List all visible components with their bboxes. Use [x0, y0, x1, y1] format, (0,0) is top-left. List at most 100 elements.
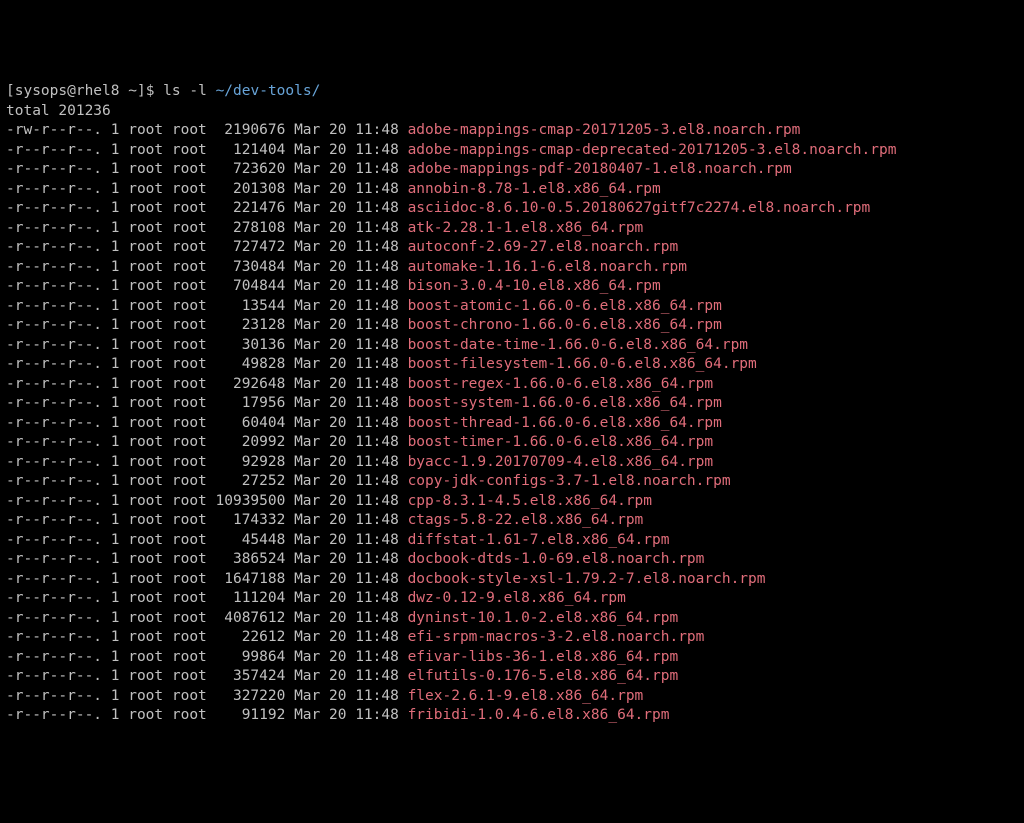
file-row: -r--r--r--. 1 root root 111204 Mar 20 11… [6, 589, 1018, 609]
file-name: byacc-1.9.20170709-4.el8.x86_64.rpm [408, 454, 714, 470]
file-name: dwz-0.12-9.el8.x86_64.rpm [408, 590, 626, 606]
file-meta: -r--r--r--. 1 root root 278108 Mar 20 11… [6, 220, 408, 236]
file-row: -r--r--r--. 1 root root 1647188 Mar 20 1… [6, 570, 1018, 590]
file-name: fribidi-1.0.4-6.el8.x86_64.rpm [408, 707, 670, 723]
file-name: boost-atomic-1.66.0-6.el8.x86_64.rpm [408, 298, 722, 314]
file-row: -r--r--r--. 1 root root 730484 Mar 20 11… [6, 258, 1018, 278]
file-name: diffstat-1.61-7.el8.x86_64.rpm [408, 532, 670, 548]
file-row: -rw-r--r--. 1 root root 2190676 Mar 20 1… [6, 121, 1018, 141]
file-row: -r--r--r--. 1 root root 23128 Mar 20 11:… [6, 316, 1018, 336]
file-meta: -r--r--r--. 1 root root 22612 Mar 20 11:… [6, 629, 408, 645]
file-meta: -r--r--r--. 1 root root 27252 Mar 20 11:… [6, 473, 408, 489]
file-row: -r--r--r--. 1 root root 20992 Mar 20 11:… [6, 433, 1018, 453]
file-meta: -r--r--r--. 1 root root 4087612 Mar 20 1… [6, 610, 408, 626]
file-meta: -r--r--r--. 1 root root 10939500 Mar 20 … [6, 493, 408, 509]
file-row: -r--r--r--. 1 root root 357424 Mar 20 11… [6, 667, 1018, 687]
file-name: boost-system-1.66.0-6.el8.x86_64.rpm [408, 395, 722, 411]
file-name: bison-3.0.4-10.el8.x86_64.rpm [408, 278, 661, 294]
file-name: efivar-libs-36-1.el8.x86_64.rpm [408, 649, 679, 665]
file-row: -r--r--r--. 1 root root 292648 Mar 20 11… [6, 375, 1018, 395]
file-row: -r--r--r--. 1 root root 92928 Mar 20 11:… [6, 453, 1018, 473]
file-row: -r--r--r--. 1 root root 4087612 Mar 20 1… [6, 609, 1018, 629]
file-row: -r--r--r--. 1 root root 727472 Mar 20 11… [6, 238, 1018, 258]
file-row: -r--r--r--. 1 root root 17956 Mar 20 11:… [6, 394, 1018, 414]
file-row: -r--r--r--. 1 root root 27252 Mar 20 11:… [6, 472, 1018, 492]
file-name: autoconf-2.69-27.el8.noarch.rpm [408, 239, 679, 255]
file-meta: -r--r--r--. 1 root root 23128 Mar 20 11:… [6, 317, 408, 333]
file-row: -r--r--r--. 1 root root 327220 Mar 20 11… [6, 687, 1018, 707]
file-meta: -r--r--r--. 1 root root 17956 Mar 20 11:… [6, 395, 408, 411]
file-name: boost-thread-1.66.0-6.el8.x86_64.rpm [408, 415, 722, 431]
terminal-output[interactable]: [sysops@rhel8 ~]$ ls -l ~/dev-tools/tota… [6, 82, 1018, 726]
file-row: -r--r--r--. 1 root root 704844 Mar 20 11… [6, 277, 1018, 297]
file-meta: -r--r--r--. 1 root root 221476 Mar 20 11… [6, 200, 408, 216]
file-name: boost-chrono-1.66.0-6.el8.x86_64.rpm [408, 317, 722, 333]
file-name: elfutils-0.176-5.el8.x86_64.rpm [408, 668, 679, 684]
file-name: flex-2.6.1-9.el8.x86_64.rpm [408, 688, 644, 704]
file-row: -r--r--r--. 1 root root 22612 Mar 20 11:… [6, 628, 1018, 648]
prompt-line[interactable]: [sysops@rhel8 ~]$ ls -l ~/dev-tools/ [6, 82, 1018, 102]
file-meta: -r--r--r--. 1 root root 727472 Mar 20 11… [6, 239, 408, 255]
file-meta: -r--r--r--. 1 root root 60404 Mar 20 11:… [6, 415, 408, 431]
file-name: annobin-8.78-1.el8.x86_64.rpm [408, 181, 661, 197]
file-meta: -r--r--r--. 1 root root 201308 Mar 20 11… [6, 181, 408, 197]
prompt-user-host: sysops@rhel8 [15, 83, 120, 99]
file-name: efi-srpm-macros-3-2.el8.noarch.rpm [408, 629, 705, 645]
file-meta: -r--r--r--. 1 root root 704844 Mar 20 11… [6, 278, 408, 294]
file-row: -r--r--r--. 1 root root 30136 Mar 20 11:… [6, 336, 1018, 356]
file-name: cpp-8.3.1-4.5.el8.x86_64.rpm [408, 493, 652, 509]
file-name: asciidoc-8.6.10-0.5.20180627gitf7c2274.e… [408, 200, 871, 216]
file-name: dyninst-10.1.0-2.el8.x86_64.rpm [408, 610, 679, 626]
file-meta: -r--r--r--. 1 root root 292648 Mar 20 11… [6, 376, 408, 392]
file-row: -r--r--r--. 1 root root 201308 Mar 20 11… [6, 180, 1018, 200]
file-row: -r--r--r--. 1 root root 10939500 Mar 20 … [6, 492, 1018, 512]
file-row: -r--r--r--. 1 root root 174332 Mar 20 11… [6, 511, 1018, 531]
file-row: -r--r--r--. 1 root root 723620 Mar 20 11… [6, 160, 1018, 180]
file-name: boost-regex-1.66.0-6.el8.x86_64.rpm [408, 376, 714, 392]
total-line: total 201236 [6, 102, 1018, 122]
file-name: boost-date-time-1.66.0-6.el8.x86_64.rpm [408, 337, 748, 353]
file-meta: -r--r--r--. 1 root root 30136 Mar 20 11:… [6, 337, 408, 353]
file-row: -r--r--r--. 1 root root 60404 Mar 20 11:… [6, 414, 1018, 434]
file-meta: -r--r--r--. 1 root root 1647188 Mar 20 1… [6, 571, 408, 587]
file-name: boost-timer-1.66.0-6.el8.x86_64.rpm [408, 434, 714, 450]
file-row: -r--r--r--. 1 root root 121404 Mar 20 11… [6, 141, 1018, 161]
file-meta: -r--r--r--. 1 root root 730484 Mar 20 11… [6, 259, 408, 275]
file-meta: -r--r--r--. 1 root root 99864 Mar 20 11:… [6, 649, 408, 665]
file-meta: -r--r--r--. 1 root root 327220 Mar 20 11… [6, 688, 408, 704]
file-name: adobe-mappings-cmap-20171205-3.el8.noarc… [408, 122, 801, 138]
file-name: docbook-dtds-1.0-69.el8.noarch.rpm [408, 551, 705, 567]
file-meta: -r--r--r--. 1 root root 20992 Mar 20 11:… [6, 434, 408, 450]
file-meta: -r--r--r--. 1 root root 92928 Mar 20 11:… [6, 454, 408, 470]
file-name: adobe-mappings-cmap-deprecated-20171205-… [408, 142, 897, 158]
command-text: ls -l [163, 83, 207, 99]
file-row: -r--r--r--. 1 root root 221476 Mar 20 11… [6, 199, 1018, 219]
file-row: -r--r--r--. 1 root root 49828 Mar 20 11:… [6, 355, 1018, 375]
file-row: -r--r--r--. 1 root root 278108 Mar 20 11… [6, 219, 1018, 239]
prompt-close-bracket: ] [137, 83, 146, 99]
file-name: automake-1.16.1-6.el8.noarch.rpm [408, 259, 687, 275]
file-meta: -r--r--r--. 1 root root 91192 Mar 20 11:… [6, 707, 408, 723]
file-name: ctags-5.8-22.el8.x86_64.rpm [408, 512, 644, 528]
file-row: -r--r--r--. 1 root root 91192 Mar 20 11:… [6, 706, 1018, 726]
file-meta: -r--r--r--. 1 root root 49828 Mar 20 11:… [6, 356, 408, 372]
file-meta: -r--r--r--. 1 root root 357424 Mar 20 11… [6, 668, 408, 684]
file-meta: -rw-r--r--. 1 root root 2190676 Mar 20 1… [6, 122, 408, 138]
file-meta: -r--r--r--. 1 root root 174332 Mar 20 11… [6, 512, 408, 528]
file-name: copy-jdk-configs-3.7-1.el8.noarch.rpm [408, 473, 731, 489]
file-meta: -r--r--r--. 1 root root 723620 Mar 20 11… [6, 161, 408, 177]
file-name: docbook-style-xsl-1.79.2-7.el8.noarch.rp… [408, 571, 766, 587]
prompt-cwd: ~ [128, 83, 137, 99]
file-name: boost-filesystem-1.66.0-6.el8.x86_64.rpm [408, 356, 757, 372]
file-meta: -r--r--r--. 1 root root 45448 Mar 20 11:… [6, 532, 408, 548]
file-meta: -r--r--r--. 1 root root 13544 Mar 20 11:… [6, 298, 408, 314]
file-row: -r--r--r--. 1 root root 45448 Mar 20 11:… [6, 531, 1018, 551]
file-row: -r--r--r--. 1 root root 99864 Mar 20 11:… [6, 648, 1018, 668]
file-row: -r--r--r--. 1 root root 386524 Mar 20 11… [6, 550, 1018, 570]
file-meta: -r--r--r--. 1 root root 121404 Mar 20 11… [6, 142, 408, 158]
file-name: atk-2.28.1-1.el8.x86_64.rpm [408, 220, 644, 236]
file-name: adobe-mappings-pdf-20180407-1.el8.noarch… [408, 161, 792, 177]
file-meta: -r--r--r--. 1 root root 386524 Mar 20 11… [6, 551, 408, 567]
file-row: -r--r--r--. 1 root root 13544 Mar 20 11:… [6, 297, 1018, 317]
file-meta: -r--r--r--. 1 root root 111204 Mar 20 11… [6, 590, 408, 606]
